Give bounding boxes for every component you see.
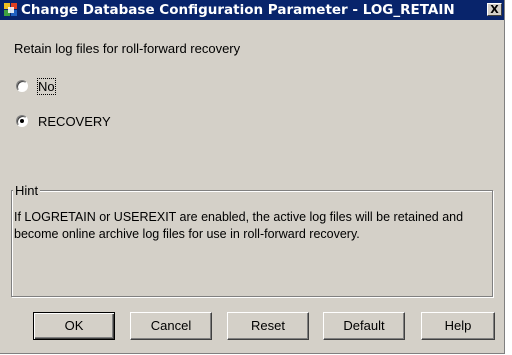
window-title: Change Database Configuration Parameter … <box>21 2 455 18</box>
radio-selected-dot <box>20 119 24 123</box>
option-recovery-label: RECOVERY <box>38 113 111 129</box>
option-recovery[interactable]: RECOVERY <box>16 113 111 129</box>
hint-text: If LOGRETAIN or USEREXIT are enabled, th… <box>14 210 464 241</box>
help-button[interactable]: Help <box>421 312 495 340</box>
radio-no[interactable] <box>16 80 28 92</box>
title-bar[interactable]: Change Database Configuration Parameter … <box>0 0 504 20</box>
close-icon: X <box>490 3 499 16</box>
option-no-label: No <box>37 77 56 95</box>
radio-recovery[interactable] <box>16 115 28 127</box>
cancel-button[interactable]: Cancel <box>130 312 212 340</box>
hint-groupbox <box>11 190 493 297</box>
close-button[interactable]: X <box>487 3 502 16</box>
db2-app-icon <box>4 3 17 16</box>
ok-button[interactable]: OK <box>33 312 115 340</box>
hint-legend: Hint <box>13 183 41 198</box>
option-no[interactable]: No <box>16 77 56 95</box>
config-parameter-dialog: Change Database Configuration Parameter … <box>0 0 505 354</box>
reset-button[interactable]: Reset <box>227 312 309 340</box>
parameter-prompt: Retain log files for roll-forward recove… <box>14 41 241 56</box>
default-button[interactable]: Default <box>323 312 405 340</box>
